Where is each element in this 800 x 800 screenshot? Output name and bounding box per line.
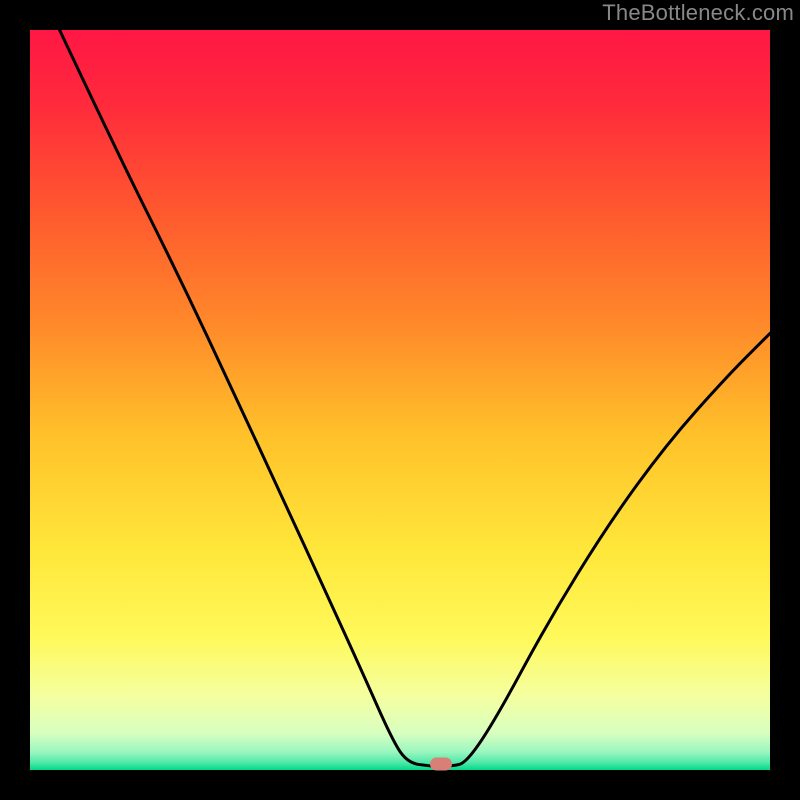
plot-svg: [30, 30, 770, 770]
optimal-marker: [430, 758, 452, 771]
plot-area: [30, 30, 770, 770]
chart-frame: TheBottleneck.com: [0, 0, 800, 800]
watermark-text: TheBottleneck.com: [602, 0, 794, 26]
gradient-background: [30, 30, 770, 770]
